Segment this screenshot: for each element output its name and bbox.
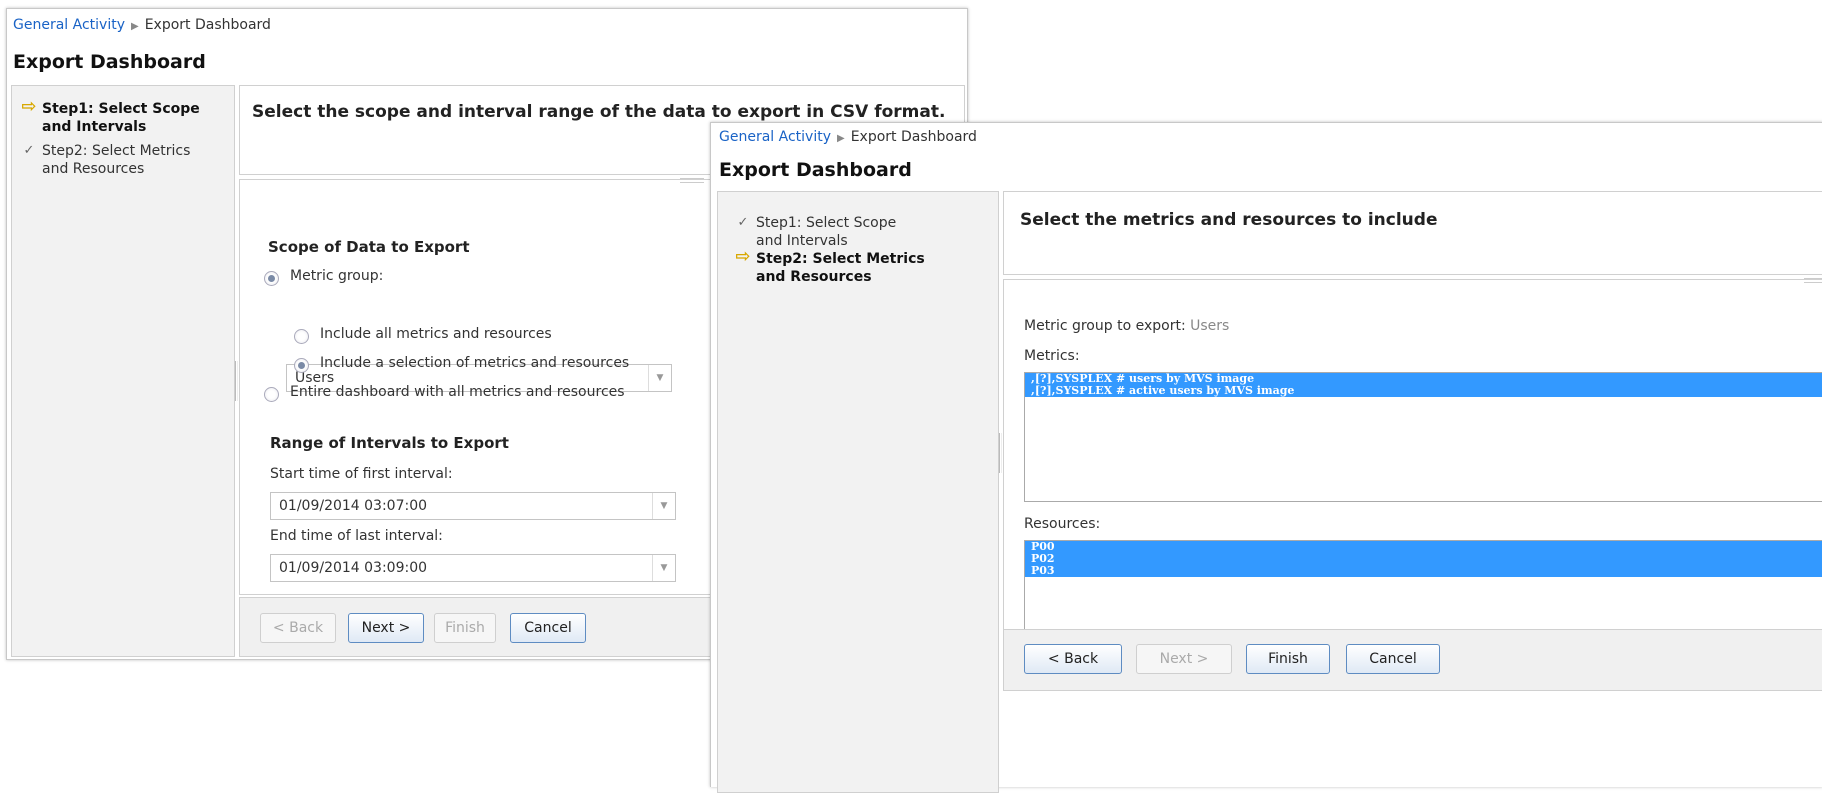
scope-heading: Scope of Data to Export (268, 238, 470, 256)
back-button[interactable]: < Back (1024, 644, 1122, 674)
breadcrumb: General Activity ▶ Export Dashboard (719, 129, 977, 145)
chevron-down-icon: ▼ (652, 493, 675, 519)
wizard-step-2-label-line2: and Resources (756, 269, 872, 285)
finish-button[interactable]: Finish (434, 613, 496, 643)
wizard-step-2[interactable]: ✓ Step2: Select Metrics and Resources (18, 142, 230, 178)
resize-grip-icon[interactable] (680, 178, 704, 183)
chevron-down-icon: ▼ (652, 555, 675, 581)
splitter-handle[interactable] (235, 361, 238, 401)
breadcrumb: General Activity ▶ Export Dashboard (13, 17, 271, 33)
resources-list-item[interactable]: P03 (1025, 565, 1822, 577)
step-header: Select the metrics and resources to incl… (1003, 191, 1822, 275)
metric-group-label: Metric group: (290, 268, 384, 284)
chevron-down-icon: ▼ (648, 365, 671, 391)
wizard-footer: < Back Next > Finish Cancel (1003, 629, 1822, 691)
export-dialog-step2: General Activity ▶ Export Dashboard Export… (710, 122, 1822, 793)
resources-list-item[interactable]: P00 (1025, 541, 1822, 553)
metric-group-export-row: Metric group to export: Users (1024, 318, 1229, 334)
end-time-select[interactable]: 01/09/2014 03:09:00 ▼ (270, 554, 676, 582)
metrics-label: Metrics: (1024, 348, 1080, 364)
start-time-select[interactable]: 01/09/2014 03:07:00 ▼ (270, 492, 676, 520)
radio-include-all[interactable] (294, 329, 309, 344)
radio-metric-group[interactable] (264, 271, 279, 286)
wizard-step-2-label-line1: Step2: Select Metrics (42, 143, 191, 159)
range-heading: Range of Intervals to Export (270, 434, 509, 452)
back-button[interactable]: < Back (260, 613, 336, 643)
option-include-selection-label: Include a selection of metrics and resou… (320, 355, 630, 371)
wizard-step-2-label-line2: and Resources (42, 161, 145, 177)
wizard-step-1-label-line2: and Intervals (42, 119, 147, 135)
page-title: Export Dashboard (719, 159, 912, 181)
checkmark-icon: ✓ (23, 143, 35, 158)
next-button[interactable]: Next > (1136, 644, 1232, 674)
wizard-steps: ✓ Step1: Select Scope and Intervals ⇨ St… (717, 191, 999, 793)
breadcrumb-current: Export Dashboard (850, 129, 977, 145)
wizard-step-1[interactable]: ✓ Step1: Select Scope and Intervals (732, 214, 992, 250)
cancel-button[interactable]: Cancel (1346, 644, 1440, 674)
resources-list-item[interactable]: P02 (1025, 553, 1822, 565)
wizard-step-2[interactable]: ⇨ Step2: Select Metrics and Resources (732, 246, 992, 286)
metrics-listbox[interactable]: ,[?],SYSPLEX # users by MVS image ,[?],S… (1024, 372, 1822, 502)
resources-label: Resources: (1024, 516, 1101, 532)
end-time-label: End time of last interval: (270, 528, 443, 544)
triangle-right-icon: ▶ (130, 21, 139, 32)
breadcrumb-current: Export Dashboard (144, 17, 271, 33)
step-header-text: Select the metrics and resources to incl… (1020, 210, 1438, 230)
finish-button[interactable]: Finish (1246, 644, 1330, 674)
option-entire-dashboard-label: Entire dashboard with all metrics and re… (290, 384, 625, 400)
start-time-value: 01/09/2014 03:07:00 (279, 498, 428, 514)
wizard-step-1-label-line2: and Intervals (756, 233, 848, 249)
metric-group-export-value: Users (1190, 318, 1230, 334)
breadcrumb-link-general-activity[interactable]: General Activity (13, 17, 125, 33)
page-title: Export Dashboard (13, 51, 206, 73)
wizard-step-1-label-line1: Step1: Select Scope (42, 101, 200, 117)
end-time-value: 01/09/2014 03:09:00 (279, 560, 428, 576)
metrics-list-item[interactable]: ,[?],SYSPLEX # active users by MVS image (1025, 385, 1822, 397)
metric-group-export-label: Metric group to export: (1024, 318, 1186, 334)
splitter-handle[interactable] (999, 433, 1002, 473)
wizard-step-1[interactable]: ⇨ Step1: Select Scope and Intervals (18, 96, 230, 136)
arrow-right-icon: ⇨ (735, 246, 751, 267)
resize-grip-icon[interactable] (1804, 278, 1822, 283)
step-header-text: Select the scope and interval range of t… (252, 102, 946, 122)
cancel-button[interactable]: Cancel (510, 613, 586, 643)
wizard-step-2-label-line1: Step2: Select Metrics (756, 251, 925, 267)
checkmark-icon: ✓ (737, 215, 749, 230)
radio-entire-dashboard[interactable] (264, 387, 279, 402)
next-button[interactable]: Next > (348, 613, 424, 643)
triangle-right-icon: ▶ (836, 133, 845, 144)
radio-include-selection[interactable] (294, 358, 309, 373)
start-time-label: Start time of first interval: (270, 466, 453, 482)
step-content: Metric group to export: Users Metrics: ,… (1003, 278, 1822, 672)
arrow-right-icon: ⇨ (21, 96, 37, 117)
option-include-all-label: Include all metrics and resources (320, 326, 552, 342)
wizard-step-1-label-line1: Step1: Select Scope (756, 215, 897, 231)
wizard-steps: ⇨ Step1: Select Scope and Intervals ✓ St… (11, 85, 235, 657)
breadcrumb-link-general-activity[interactable]: General Activity (719, 129, 831, 145)
